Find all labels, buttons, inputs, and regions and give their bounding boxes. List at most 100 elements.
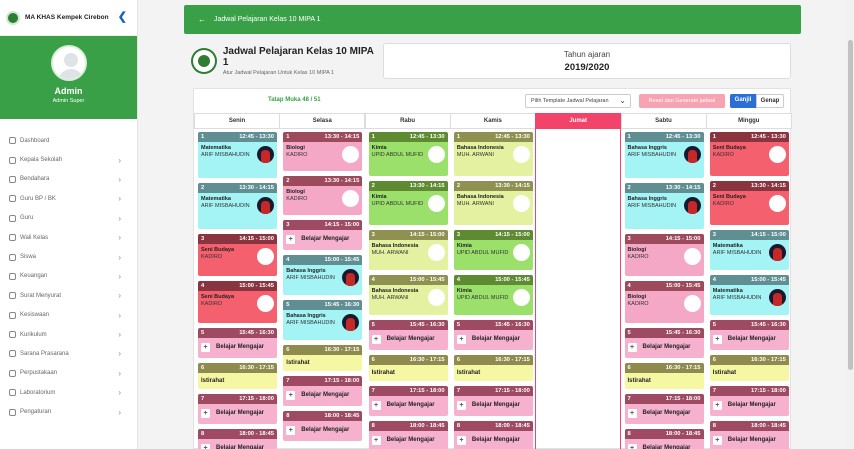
plus-icon: + [201,444,210,449]
sidebar-item[interactable]: Surat Menyurat › [0,286,137,305]
sidebar-item[interactable]: Dashboard [0,131,137,150]
schedule-slot[interactable]: 5 15:45 - 16:30 + Belajar Mengajar [198,328,277,358]
schedule-slot[interactable]: 1 12:45 - 13:30 Bahasa Indonesia MUH. ARWAN… [453,132,533,176]
sidebar: MA KHAS Kempek Cirebon ❮ Admin Admin Sup… [0,0,138,449]
genap-toggle[interactable]: Genap [756,94,784,108]
schedule-slot[interactable]: 4 15:00 - 15:45 Bahasa Indonesia MUH. ARWAN… [368,275,448,315]
add-lesson-button[interactable]: + Belajar Mengajar [371,436,445,445]
add-lesson-button[interactable]: + Belajar Mengajar [201,444,274,449]
add-lesson-button[interactable]: + Belajar Mengajar [201,409,274,418]
schedule-slot[interactable]: 6 16:30 - 17:15 Istirahat [709,355,789,381]
add-lesson-button[interactable]: + Belajar Mengajar [627,409,701,418]
schedule-slot[interactable]: 2 13:30 - 14:15 Bahasa Indonesia MUH. ARWAN… [453,181,533,225]
schedule-slot[interactable]: 3 14:15 - 15:00 Kimia UPID ABDUL MUFID [453,230,533,270]
schedule-slot[interactable]: 4 15:00 - 15:45 Matematika ARIF MISBAHUDIN [709,275,789,315]
schedule-slot[interactable]: 2 13:30 - 14:15 Kimia UPID ABDUL MUFID [368,181,448,225]
schedule-slot[interactable]: 6 16:30 - 17:15 Istirahat [283,345,363,371]
schedule-slot[interactable]: 4 15:00 - 15:45 Seni Budaya KADIRO [198,281,277,323]
slot-header: 1 12:45 - 13:30 [453,132,533,142]
schedule-slot[interactable]: 8 18:00 - 18:45 + Belajar Mengajar [368,421,448,449]
schedule-slot[interactable]: 3 14:15 - 15:00 Biologi KADIRO [624,234,704,276]
add-lesson-button[interactable]: + Belajar Mengajar [371,335,445,344]
add-lesson-button[interactable]: + Belajar Mengajar [286,391,359,400]
schedule-slot[interactable]: 8 18:00 - 18:45 + Belajar Mengajar [283,411,363,441]
schedule-slot[interactable]: 1 13:30 - 14:15 Biologi KADIRO [283,132,363,171]
schedule-slot[interactable]: 6 16:30 - 17:15 Istirahat [453,355,533,381]
schedule-slot[interactable]: 8 18:00 - 18:45 + Belajar Mengajar [709,421,789,449]
schedule-slot[interactable]: 7 17:15 - 18:00 + Belajar Mengajar [283,376,363,406]
schedule-slot[interactable]: 8 18:00 - 18:45 + Belajar Mengajar [624,429,704,449]
schedule-slot[interactable]: 3 14:15 - 15:00 Matematika ARIF MISBAHUDIN [709,230,789,270]
schedule-slot[interactable]: 3 14:15 - 15:00 Seni Budaya KADIRO [198,234,277,276]
schedule-slot[interactable]: 2 13:30 - 14:15 Seni Budaya KADIRO [709,181,789,225]
sidebar-item[interactable]: Keuangan › [0,267,137,286]
schedule-slot[interactable]: 4 15:00 - 15:45 Bahasa Inggris ARIF MISBAHU… [283,255,363,295]
avatar[interactable] [50,45,87,81]
sidebar-item-label: Surat Menyurat [20,292,62,299]
schedule-slot[interactable]: 7 17:15 - 18:00 + Belajar Mengajar [368,386,448,416]
sidebar-item[interactable]: Guru › [0,209,137,228]
scrollbar-thumb[interactable] [848,40,853,370]
schedule-slot[interactable]: 3 14:15 - 15:00 Bahasa Indonesia MUH. ARWAN… [368,230,448,270]
add-lesson-button[interactable]: + Belajar Mengajar [627,444,701,449]
schedule-slot[interactable]: 2 13:30 - 14:15 Biologi KADIRO [283,176,363,215]
sidebar-item[interactable]: Kepala Sekolah › [0,150,137,169]
add-lesson-button[interactable]: + Belajar Mengajar [286,426,359,435]
schedule-slot[interactable]: 1 12:45 - 13:30 Seni Budaya KADIRO [709,132,789,176]
schedule-slot[interactable]: 6 16:30 - 17:15 Istirahat [198,363,277,389]
collapse-sidebar-icon[interactable]: ❮ [118,10,127,23]
add-lesson-button[interactable]: + Belajar Mengajar [456,335,530,344]
schedule-slot[interactable]: 8 18:00 - 18:45 + Belajar Mengajar [198,429,277,449]
schedule-slot[interactable]: 5 15:45 - 16:30 + Belajar Mengajar [624,328,704,358]
sidebar-item[interactable]: Sarana Prasarana › [0,344,137,363]
template-select[interactable]: Pilih Template Jadwal Pelajaran ⌄ [525,94,631,108]
schedule-slot[interactable]: 7 17:15 - 18:00 + Belajar Mengajar [453,386,533,416]
schedule-slot[interactable]: 1 12:45 - 13:30 Kimia UPID ABDUL MUFID [368,132,448,176]
sidebar-item[interactable]: Kurikulum › [0,325,137,344]
schedule-slot[interactable]: 6 16:30 - 17:15 Istirahat [624,363,704,389]
add-lesson-button[interactable]: + Belajar Mengajar [627,343,701,352]
sidebar-item[interactable]: Wali Kelas › [0,228,137,247]
sidebar-item[interactable]: Laboratorium › [0,383,137,402]
sidebar-item[interactable]: Bendahara › [0,170,137,189]
add-lesson-button[interactable]: + Belajar Mengajar [456,401,530,410]
schedule-slot[interactable]: 1 12:45 - 13:30 Matematika ARIF MISBAHUDIN [198,132,277,178]
schedule-slot[interactable]: 7 17:15 - 18:00 + Belajar Mengajar [709,386,789,416]
schedule-slot[interactable]: 7 17:15 - 18:00 + Belajar Mengajar [624,394,704,424]
add-lesson-label: Belajar Mengajar [216,344,265,350]
break-label: Istirahat [201,378,225,384]
reset-generate-button[interactable]: Reset dan Generate jadwal [639,94,725,108]
add-lesson-button[interactable]: + Belajar Mengajar [201,343,274,352]
schedule-slot[interactable]: 5 15:45 - 16:30 Bahasa Inggris ARIF MISBAHU… [283,300,363,340]
back-arrow-icon[interactable]: ← [198,15,206,24]
add-lesson-button[interactable]: + Belajar Mengajar [712,401,786,410]
schedule-slot[interactable]: 4 15:00 - 15:45 Kimia UPID ABDUL MUFID [453,275,533,315]
add-lesson-button[interactable]: + Belajar Mengajar [286,235,359,244]
schedule-slot[interactable]: 2 13:30 - 14:15 Matematika ARIF MISBAHUDIN [198,183,277,229]
add-lesson-button[interactable]: + Belajar Mengajar [456,436,530,445]
schedule-slot[interactable]: 2 13:30 - 14:15 Bahasa Inggris ARIF MISBAHU… [624,183,704,229]
schedule-slot[interactable]: 5 15:45 - 16:30 + Belajar Mengajar [709,320,789,350]
add-lesson-button[interactable]: + Belajar Mengajar [712,335,786,344]
schedule-slot[interactable]: 8 18:00 - 18:45 + Belajar Mengajar [453,421,533,449]
ganjil-toggle[interactable]: Ganjil [730,94,756,108]
slot-body: + Belajar Mengajar [368,431,448,449]
menu-icon [9,369,16,377]
schedule-slot[interactable]: 7 17:15 - 18:00 + Belajar Mengajar [198,394,277,424]
sidebar-item[interactable]: Kesiswaan › [0,306,137,325]
sidebar-item[interactable]: Guru BP / BK › [0,189,137,208]
schedule-slot[interactable]: 5 15:45 - 16:30 + Belajar Mengajar [368,320,448,350]
schedule-slot[interactable]: 4 15:00 - 15:45 Biologi KADIRO [624,281,704,323]
add-lesson-button[interactable]: + Belajar Mengajar [371,401,445,410]
sidebar-item[interactable]: Pengaturan › [0,402,137,421]
add-lesson-button[interactable]: + Belajar Mengajar [712,436,786,445]
schedule-slot[interactable]: 3 14:15 - 15:00 + Belajar Mengajar [283,220,363,250]
sidebar-item[interactable]: Perpustakaan › [0,364,137,383]
slot-body: + Belajar Mengajar [198,404,277,424]
schedule-slot[interactable]: 5 15:45 - 16:30 + Belajar Mengajar [453,320,533,350]
schedule-slot[interactable]: 1 12:45 - 13:30 Bahasa Inggris ARIF MISBAHU… [624,132,704,178]
sidebar-item[interactable]: Siswa › [0,247,137,266]
slot-body: Matematika ARIF MISBAHUDIN [709,285,789,315]
schedule-slot[interactable]: 6 16:30 - 17:15 Istirahat [368,355,448,381]
slot-time: 15:00 - 15:45 [750,277,786,283]
